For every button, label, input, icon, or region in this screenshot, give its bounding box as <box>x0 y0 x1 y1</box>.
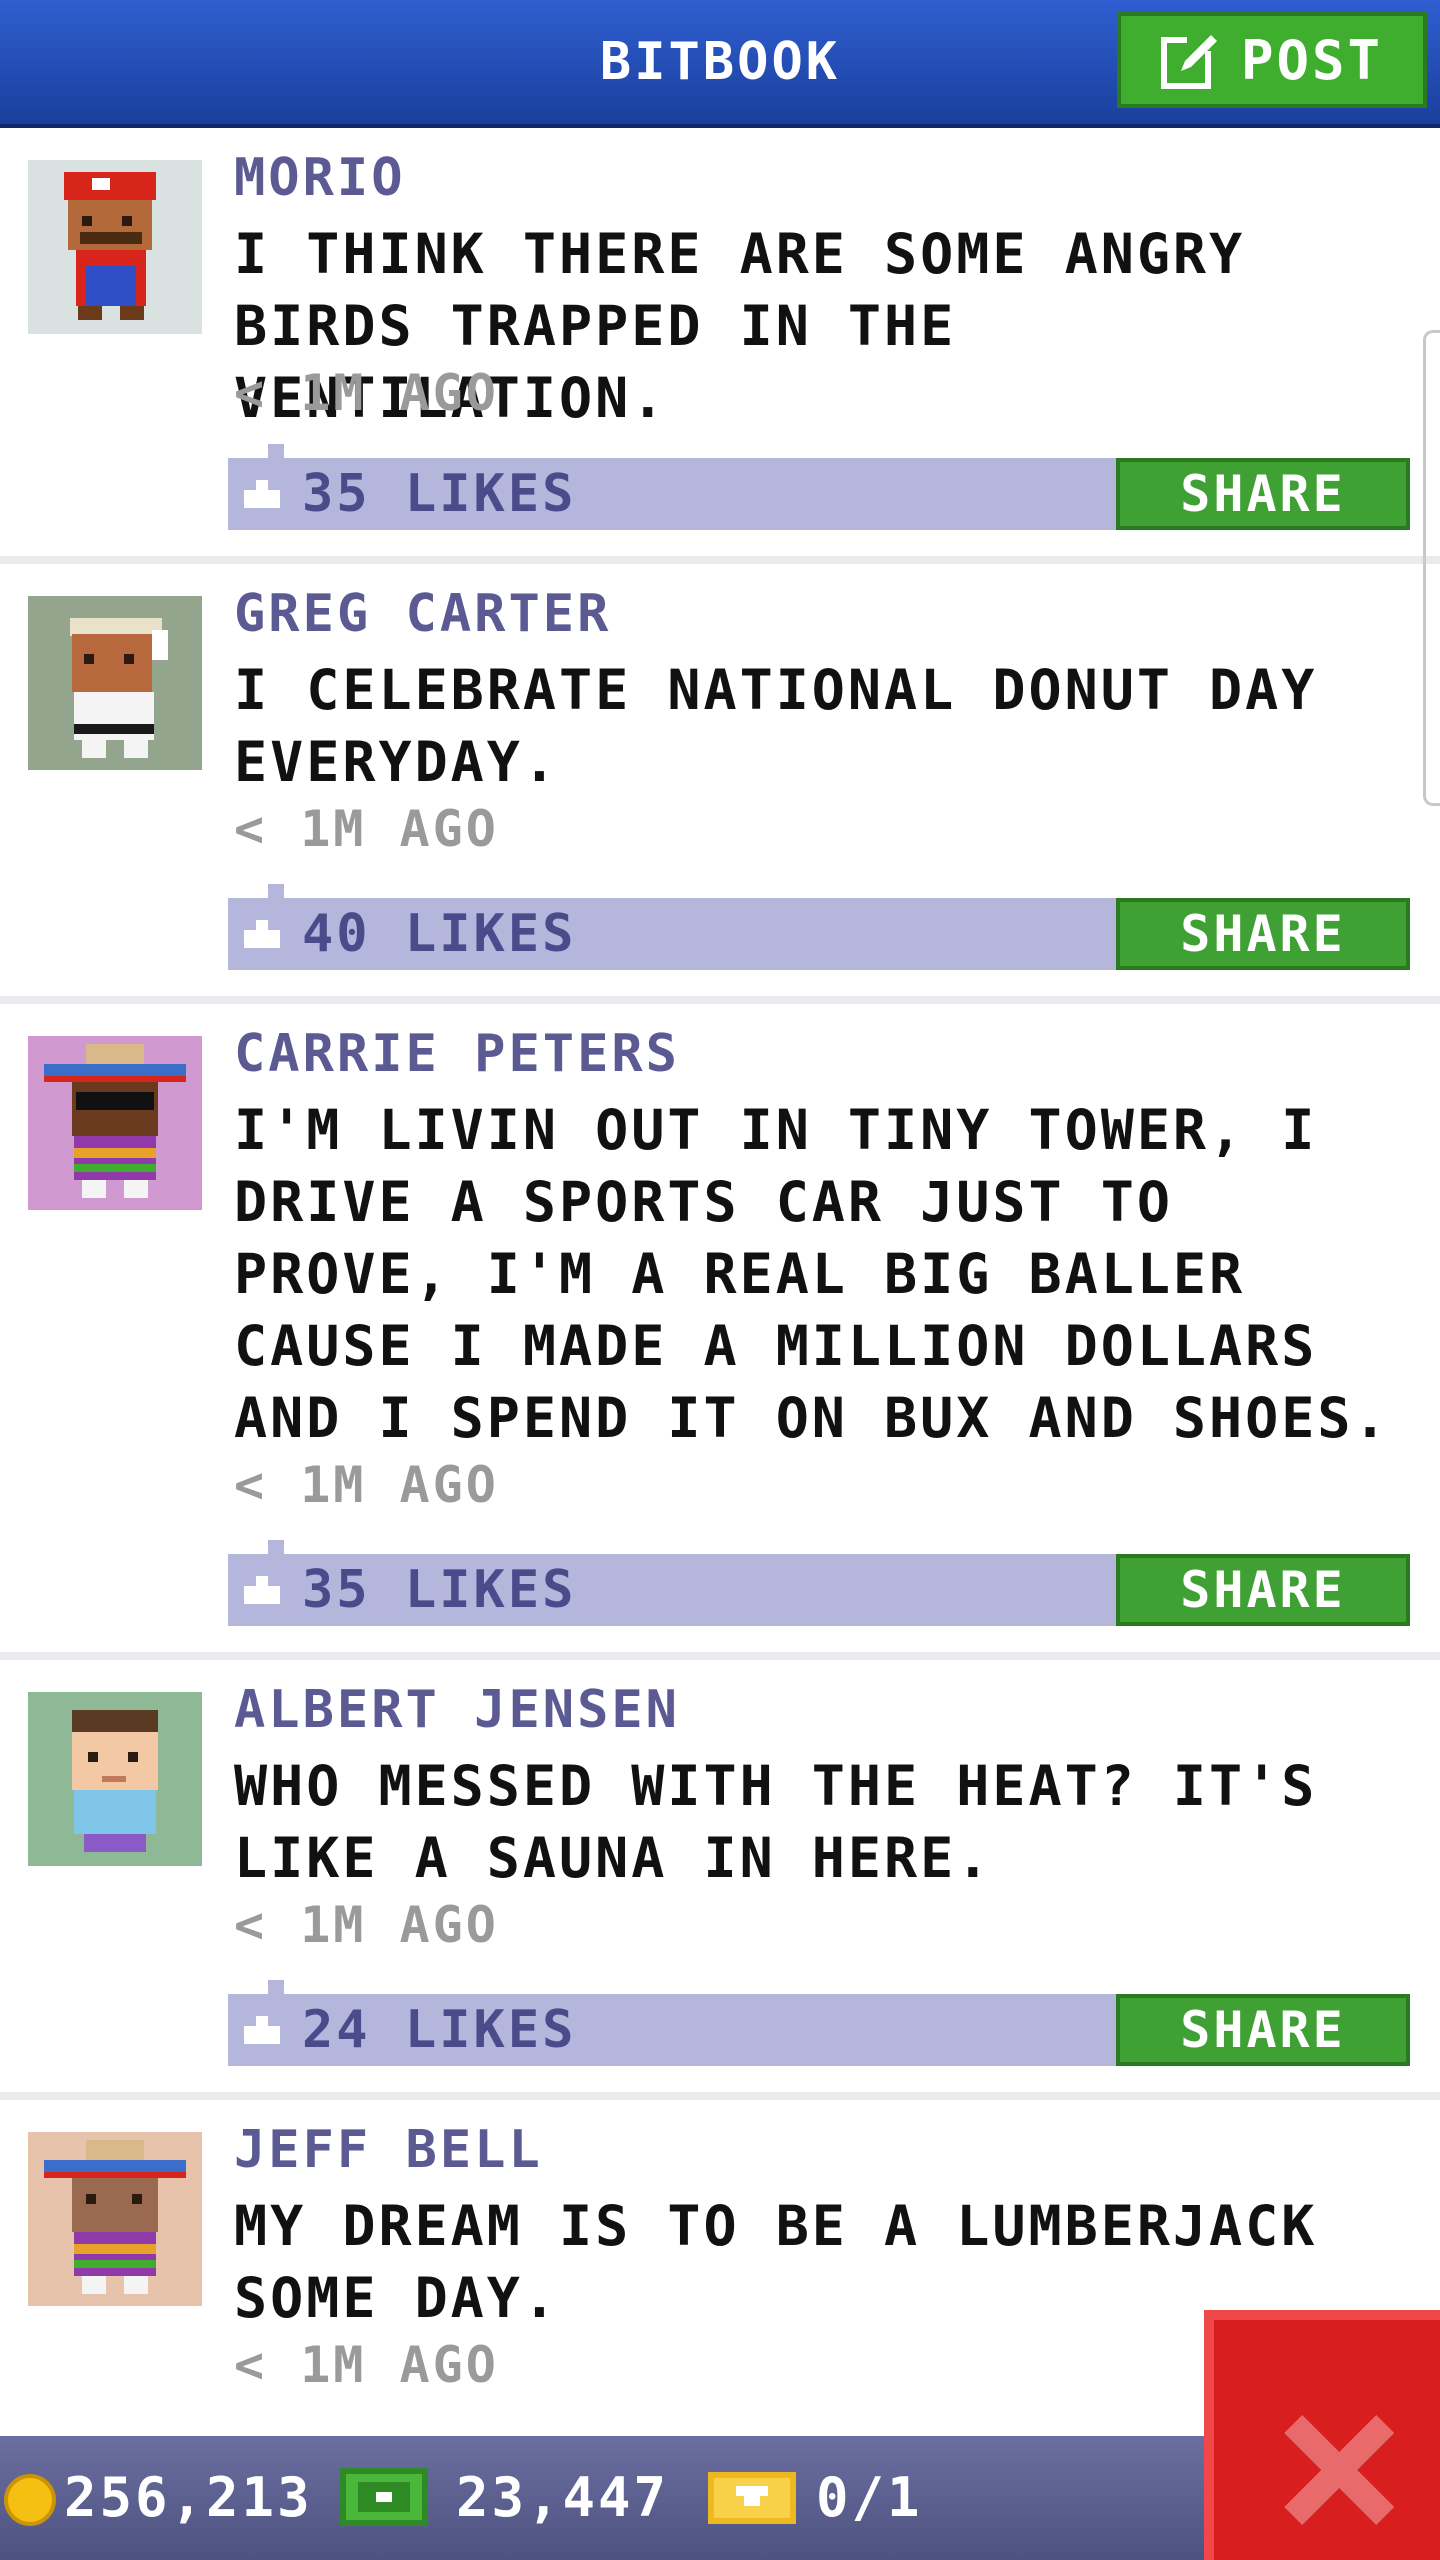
post-button-label: POST <box>1240 28 1384 92</box>
thumbs-up-icon[interactable] <box>244 480 280 508</box>
likes-bar-tab <box>268 1540 284 1554</box>
post-time: < 1M AGO <box>234 364 499 422</box>
likes-bar: 35 LIKES SHARE <box>228 1540 1410 1626</box>
avatar[interactable] <box>28 1692 202 1866</box>
jeff-avatar-icon <box>28 2132 202 2306</box>
post-author[interactable]: CARRIE PETERS <box>234 1024 680 1084</box>
post-text: I'M LIVIN OUT IN TINY TOWER, I DRIVE A S… <box>234 1098 1390 1450</box>
feed-post: CARRIE PETERS I'M LIVIN OUT IN TINY TOWE… <box>0 1004 1440 1660</box>
likes-count: 24 LIKES <box>302 2000 577 2060</box>
share-button[interactable]: SHARE <box>1116 458 1410 530</box>
avatar[interactable] <box>28 2132 202 2306</box>
avatar[interactable] <box>28 596 202 770</box>
post-time: < 1M AGO <box>234 1896 499 1954</box>
thumbs-up-icon[interactable] <box>244 1576 280 1604</box>
likes-bar: 35 LIKES SHARE <box>228 444 1410 530</box>
post-time: < 1M AGO <box>234 2336 499 2394</box>
coin-count: 256,213 <box>64 2466 313 2529</box>
likes-count: 35 LIKES <box>302 464 577 524</box>
likes-bar: 24 LIKES SHARE <box>228 1980 1410 2066</box>
close-button[interactable] <box>1204 2310 1440 2560</box>
avatar[interactable] <box>28 160 202 334</box>
avatar[interactable] <box>28 1036 202 1210</box>
post-author[interactable]: ALBERT JENSEN <box>234 1680 680 1740</box>
sombrero-avatar-icon <box>28 1036 202 1210</box>
bux-count: 23,447 <box>456 2466 670 2529</box>
top-bar: BITBOOK POST <box>0 0 1440 128</box>
feed-post: MORIO I THINK THERE ARE SOME ANGRY BIRDS… <box>0 128 1440 564</box>
post-author[interactable]: MORIO <box>234 148 406 208</box>
feed-post: GREG CARTER I CELEBRATE NATIONAL DONUT D… <box>0 564 1440 1004</box>
likes-bar: 40 LIKES SHARE <box>228 884 1410 970</box>
likes-bar-tab <box>268 884 284 898</box>
post-author[interactable]: JEFF BELL <box>234 2120 543 2180</box>
likes-count: 40 LIKES <box>302 904 577 964</box>
post-button[interactable]: POST <box>1117 12 1427 108</box>
post-text: I CELEBRATE NATIONAL DONUT DAY EVERYDAY. <box>234 658 1318 794</box>
post-time: < 1M AGO <box>234 1456 499 1514</box>
likes-bar-tab <box>268 1980 284 1994</box>
feed-post: ALBERT JENSEN WHO MESSED WITH THE HEAT? … <box>0 1660 1440 2100</box>
scrollbar[interactable] <box>1423 330 1440 806</box>
share-button[interactable]: SHARE <box>1116 1994 1410 2066</box>
ticket-icon <box>708 2472 796 2524</box>
post-time: < 1M AGO <box>234 800 499 858</box>
thumbs-up-icon[interactable] <box>244 920 280 948</box>
bux-icon <box>340 2468 428 2526</box>
mario-avatar-icon <box>28 160 202 334</box>
coin-icon <box>4 2474 56 2526</box>
post-author[interactable]: GREG CARTER <box>234 584 611 644</box>
karate-avatar-icon <box>28 596 202 770</box>
close-icon <box>1284 2415 1394 2525</box>
likes-count: 35 LIKES <box>302 1560 577 1620</box>
compose-icon <box>1160 31 1219 89</box>
share-button[interactable]: SHARE <box>1116 1554 1410 1626</box>
ticket-count: 0/1 <box>816 2466 923 2529</box>
thumbs-up-icon[interactable] <box>244 2016 280 2044</box>
post-text: WHO MESSED WITH THE HEAT? IT'S LIKE A SA… <box>234 1754 1318 1890</box>
share-button[interactable]: SHARE <box>1116 898 1410 970</box>
albert-avatar-icon <box>28 1692 202 1866</box>
likes-bar-tab <box>268 444 284 458</box>
